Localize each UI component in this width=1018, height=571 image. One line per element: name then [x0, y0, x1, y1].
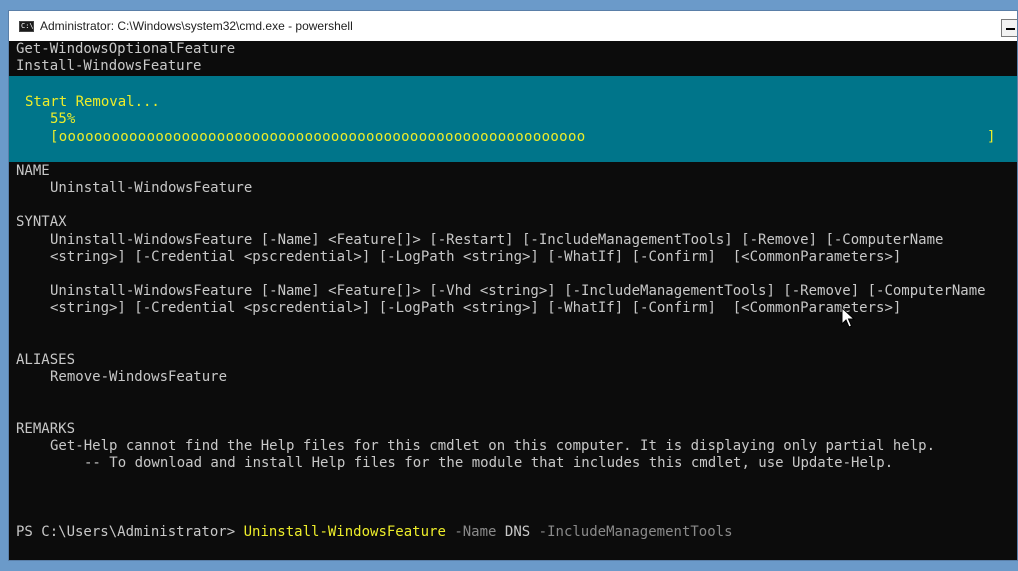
progress-activity: Start Removal...	[25, 94, 160, 110]
help-syntax-line: <string>] [-Credential <pscredential>] […	[50, 249, 902, 265]
window-title: Administrator: C:\Windows\system32\cmd.e…	[40, 19, 353, 33]
console-output[interactable]: Get-WindowsOptionalFeature Install-Windo…	[9, 41, 1017, 560]
history-line: Install-WindowsFeature	[16, 58, 202, 74]
prompt-command: Uninstall-WindowsFeature	[243, 524, 446, 540]
progress-percent: 55%	[50, 111, 76, 127]
help-name-header: NAME	[16, 163, 50, 179]
prompt-param: -Name	[454, 524, 497, 540]
title-bar[interactable]: C:\ Administrator: C:\Windows\system32\c…	[9, 11, 1017, 41]
help-name-value: Uninstall-WindowsFeature	[50, 180, 253, 196]
history-line: Get-WindowsOptionalFeature	[16, 41, 236, 57]
progress-bar-close: ]	[987, 129, 996, 145]
cmd-icon: C:\	[19, 20, 34, 32]
minimize-button[interactable]	[1001, 19, 1017, 37]
progress-bar: [ooooooooooooooooooooooooooooooooooooooo…	[50, 129, 586, 146]
help-syntax-header: SYNTAX	[16, 214, 67, 230]
help-remarks-line: -- To download and install Help files fo…	[84, 455, 894, 471]
help-syntax-line: Uninstall-WindowsFeature [-Name] <Featur…	[50, 232, 944, 248]
help-syntax-line: <string>] [-Credential <pscredential>] […	[50, 300, 902, 316]
progress-bar-fill: oooooooooooooooooooooooooooooooooooooooo…	[58, 129, 586, 145]
prompt-param: -IncludeManagementTools	[538, 524, 733, 540]
help-remarks-header: REMARKS	[16, 421, 76, 437]
progress-bar-open: [	[50, 129, 59, 145]
prompt-path: PS C:\Users\Administrator>	[16, 524, 236, 540]
help-aliases-header: ALIASES	[16, 352, 76, 368]
command-prompt[interactable]: PS C:\Users\Administrator> Uninstall-Win…	[16, 524, 733, 541]
mouse-pointer-icon	[841, 307, 855, 328]
help-aliases-value: Remove-WindowsFeature	[50, 369, 228, 385]
progress-panel	[9, 76, 1017, 162]
powershell-window: C:\ Administrator: C:\Windows\system32\c…	[8, 10, 1018, 561]
help-remarks-line: Get-Help cannot find the Help files for …	[50, 438, 936, 454]
help-syntax-line: Uninstall-WindowsFeature [-Name] <Featur…	[50, 283, 986, 299]
prompt-value: DNS	[504, 524, 531, 540]
